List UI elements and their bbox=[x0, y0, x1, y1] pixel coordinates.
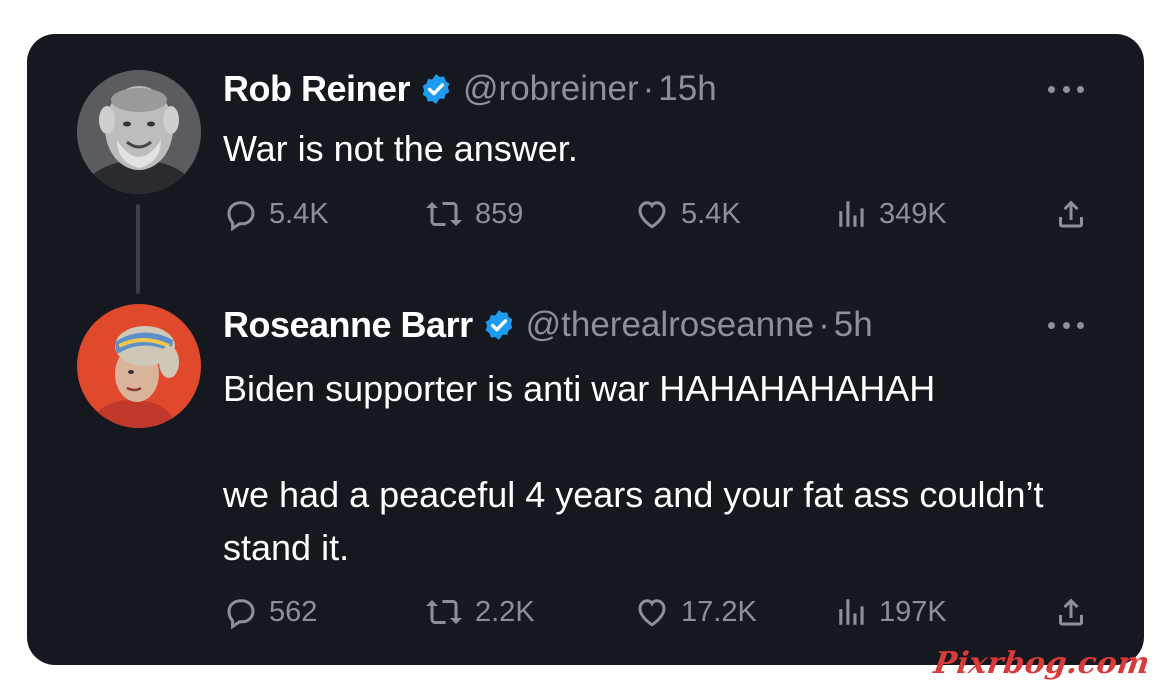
views-count: 349K bbox=[879, 197, 947, 230]
tweet-text-line: we had a peaceful 4 years and your fat a… bbox=[223, 474, 1044, 568]
separator-dot: · bbox=[642, 69, 655, 108]
tweet-thread-card: Rob Reiner @robreiner · 15h War is not t… bbox=[27, 34, 1144, 665]
avatar-photo-red-background bbox=[77, 304, 201, 428]
share-icon bbox=[1059, 200, 1083, 228]
like-button[interactable]: 5.4K bbox=[633, 194, 741, 234]
views-bar-chart-icon bbox=[839, 201, 864, 227]
retweet-icon bbox=[426, 600, 462, 624]
tweet-text-line: Biden supporter is anti war HAHAHAHAHAH bbox=[223, 368, 936, 409]
like-button[interactable]: 17.2K bbox=[633, 592, 757, 632]
like-count: 5.4K bbox=[681, 197, 741, 230]
reply-icon bbox=[227, 201, 255, 232]
share-button[interactable] bbox=[1053, 592, 1089, 632]
heart-icon bbox=[638, 201, 666, 229]
timestamp[interactable]: 5h bbox=[834, 305, 873, 345]
author-name[interactable]: Rob Reiner bbox=[223, 68, 411, 110]
tweet-text: War is not the answer. bbox=[223, 122, 578, 175]
author-handle[interactable]: @robreiner bbox=[463, 69, 639, 109]
tweet-actions: 5.4K 859 5.4K 349K bbox=[223, 194, 1093, 234]
tweet-rob-reiner[interactable]: Rob Reiner @robreiner · 15h War is not t… bbox=[27, 34, 1144, 296]
views-button[interactable]: 349K bbox=[835, 194, 947, 234]
tweet-text: Biden supporter is anti war HAHAHAHAHAH … bbox=[223, 362, 1063, 574]
reply-count: 562 bbox=[269, 595, 318, 628]
views-count: 197K bbox=[879, 595, 947, 628]
tweet-actions: 562 2.2K 17.2K 197K bbox=[223, 592, 1093, 632]
timestamp[interactable]: 15h bbox=[658, 69, 716, 109]
like-count: 17.2K bbox=[681, 595, 757, 628]
author-name[interactable]: Roseanne Barr bbox=[223, 304, 473, 346]
reply-count: 5.4K bbox=[269, 197, 329, 230]
watermark: Pixrbog.com bbox=[931, 646, 1153, 681]
reply-icon bbox=[227, 599, 255, 630]
separator-dot: · bbox=[818, 305, 830, 344]
views-button[interactable]: 197K bbox=[835, 592, 947, 632]
avatar[interactable] bbox=[77, 304, 201, 428]
tweet-header: Rob Reiner @robreiner · 15h bbox=[223, 68, 717, 110]
retweet-button[interactable]: 859 bbox=[423, 194, 523, 234]
retweet-count: 859 bbox=[475, 197, 524, 230]
reply-button[interactable]: 562 bbox=[223, 592, 317, 632]
avatar[interactable] bbox=[77, 70, 201, 194]
verified-badge-icon bbox=[419, 72, 453, 106]
retweet-count: 2.2K bbox=[475, 595, 535, 628]
more-options-icon[interactable] bbox=[1048, 320, 1084, 330]
thread-connector-line bbox=[136, 204, 140, 294]
share-button[interactable] bbox=[1053, 194, 1089, 234]
retweet-button[interactable]: 2.2K bbox=[423, 592, 535, 632]
verified-badge-icon bbox=[482, 308, 516, 342]
reply-button[interactable]: 5.4K bbox=[223, 194, 329, 234]
tweet-text-line: War is not the answer. bbox=[223, 128, 578, 169]
tweet-header: Roseanne Barr @therealroseanne · 5h bbox=[223, 304, 873, 346]
avatar-photo-grayscale bbox=[77, 70, 201, 194]
heart-icon bbox=[638, 599, 666, 627]
more-options-icon[interactable] bbox=[1048, 84, 1084, 94]
views-bar-chart-icon bbox=[839, 599, 864, 625]
author-handle[interactable]: @therealroseanne bbox=[526, 305, 815, 345]
tweet-roseanne-barr[interactable]: Roseanne Barr @therealroseanne · 5h Bide… bbox=[27, 296, 1144, 665]
share-icon bbox=[1059, 598, 1083, 626]
retweet-icon bbox=[426, 202, 462, 226]
